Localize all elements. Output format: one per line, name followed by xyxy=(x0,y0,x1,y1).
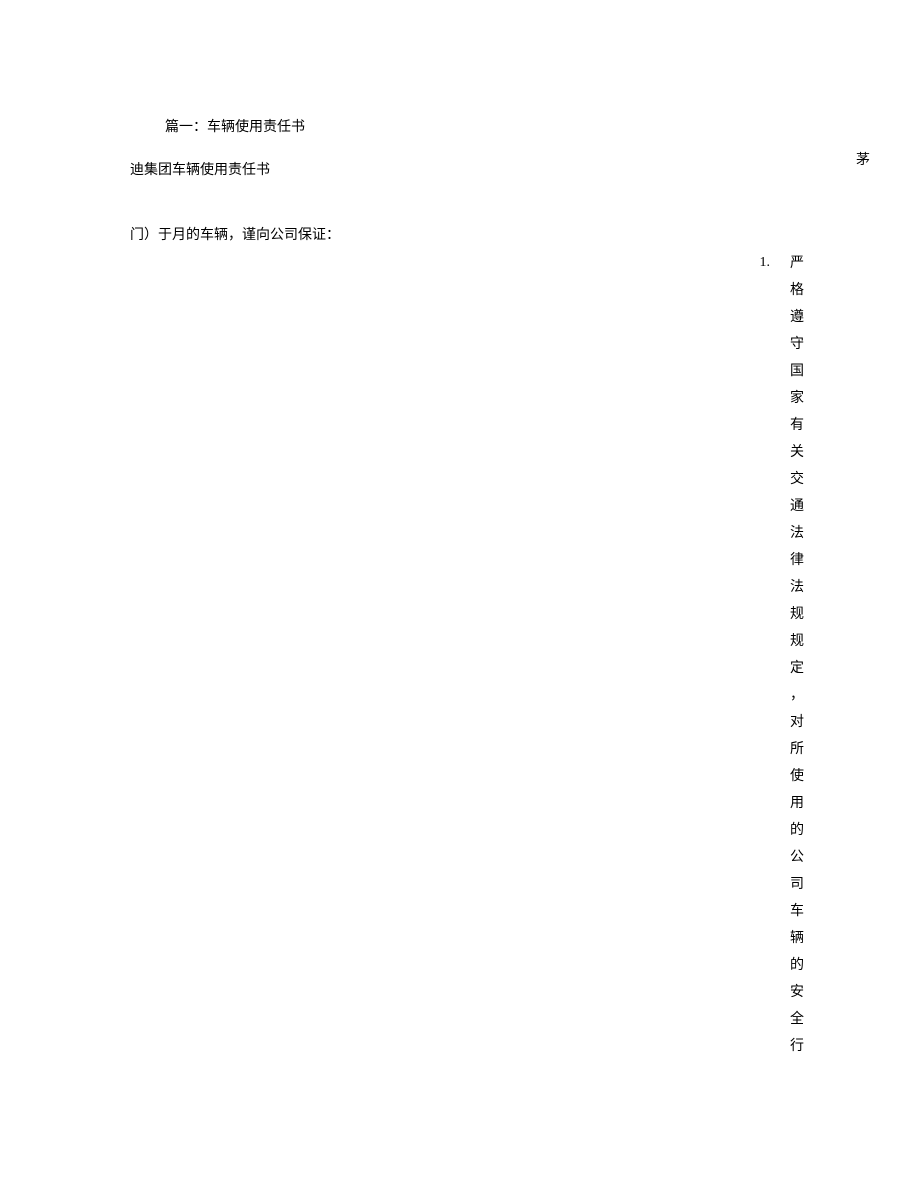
vertical-char: 格 xyxy=(789,277,805,304)
vertical-text-column: 严 格 遵 守 国 家 有 关 交 通 法 律 法 规 规 定 ， 对 所 使 … xyxy=(789,250,805,1060)
vertical-char: 对 xyxy=(789,709,805,736)
vertical-char: 司 xyxy=(789,871,805,898)
vertical-char: 车 xyxy=(789,898,805,925)
vertical-char: 国 xyxy=(789,358,805,385)
document-title: 篇一：车辆使用责任书 xyxy=(165,115,870,140)
vertical-char: 关 xyxy=(789,439,805,466)
vertical-char: 守 xyxy=(789,331,805,358)
vertical-char: 规 xyxy=(789,601,805,628)
vertical-char: ， xyxy=(789,682,805,709)
vertical-char: 规 xyxy=(789,628,805,655)
vertical-char: 法 xyxy=(789,520,805,547)
vertical-char: 公 xyxy=(789,844,805,871)
vertical-char: 所 xyxy=(789,736,805,763)
vertical-char: 律 xyxy=(789,547,805,574)
vertical-char: 行 xyxy=(789,1033,805,1060)
vertical-char: 遵 xyxy=(789,304,805,331)
document-subtitle: 迪集团车辆使用责任书 xyxy=(130,158,870,183)
floating-char-right: 茅 xyxy=(856,148,870,173)
vertical-char: 通 xyxy=(789,493,805,520)
page-content: 篇一：车辆使用责任书 茅 迪集团车辆使用责任书 门）于月的车辆，谨向公司保证： … xyxy=(0,0,920,1191)
vertical-char: 的 xyxy=(789,952,805,979)
vertical-char: 安 xyxy=(789,979,805,1006)
vertical-char: 家 xyxy=(789,385,805,412)
list-number-marker: 1. xyxy=(760,250,771,275)
vertical-char: 法 xyxy=(789,574,805,601)
vertical-char: 用 xyxy=(789,790,805,817)
vertical-char: 定 xyxy=(789,655,805,682)
content-paragraph: 门）于月的车辆，谨向公司保证： xyxy=(130,223,870,248)
vertical-char: 的 xyxy=(789,817,805,844)
vertical-char: 全 xyxy=(789,1006,805,1033)
vertical-char: 有 xyxy=(789,412,805,439)
vertical-char: 交 xyxy=(789,466,805,493)
vertical-char: 使 xyxy=(789,763,805,790)
vertical-char: 辆 xyxy=(789,925,805,952)
vertical-char: 严 xyxy=(789,250,805,277)
